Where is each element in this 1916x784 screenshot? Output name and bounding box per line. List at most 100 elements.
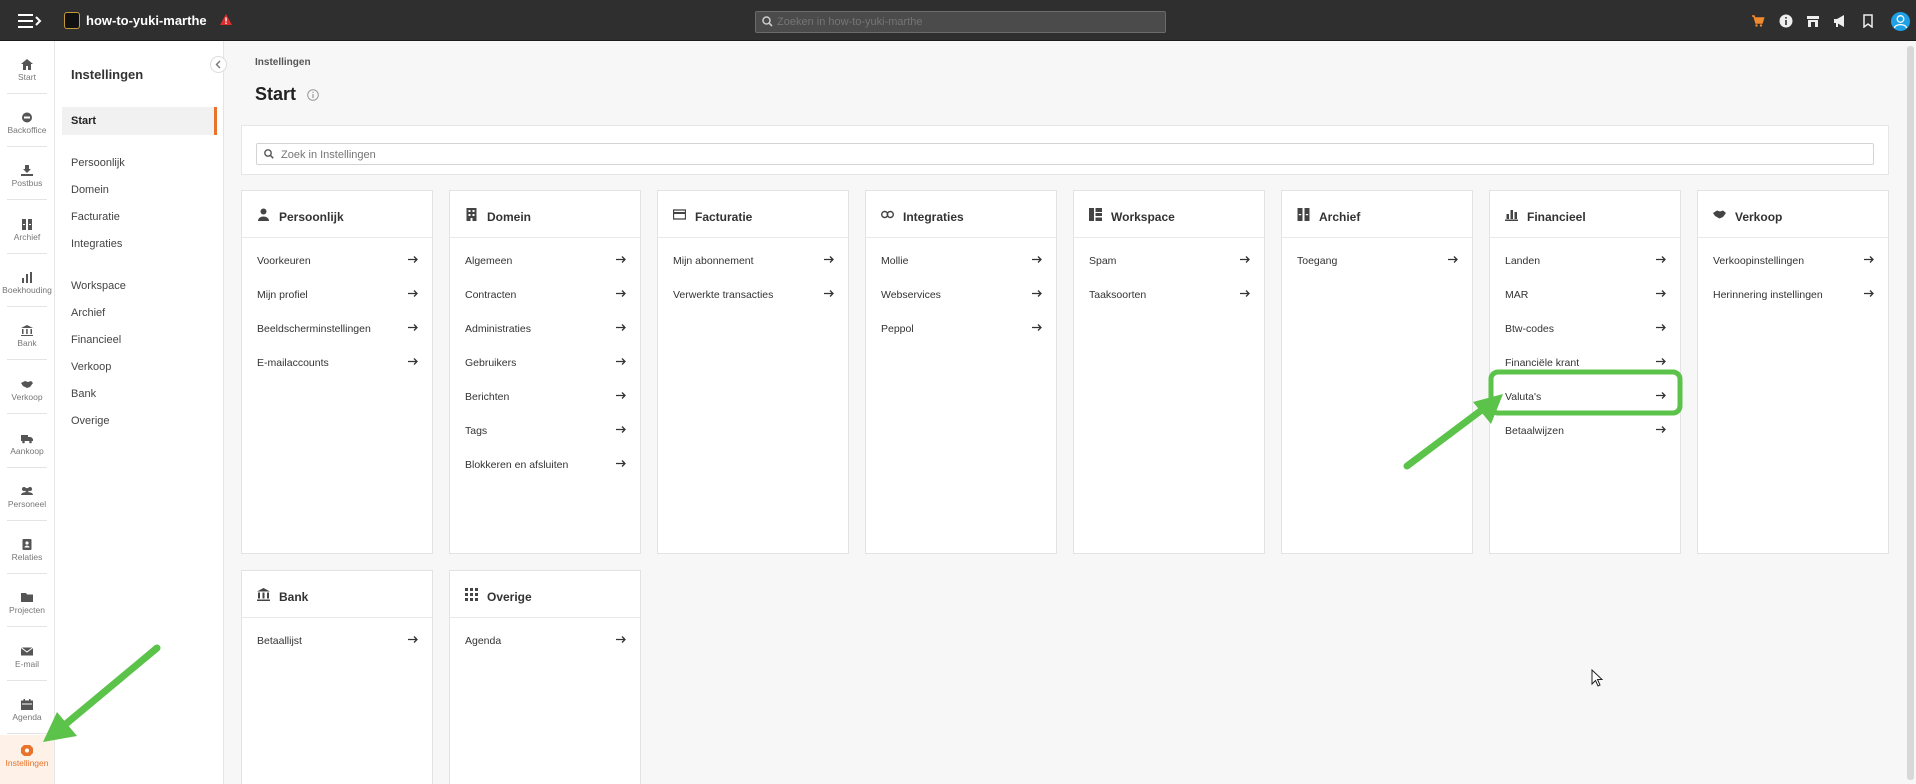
sidebar-item-overige[interactable]: Overige	[71, 415, 110, 427]
rail-item-postbus[interactable]: Postbus	[0, 155, 54, 203]
collapse-sidebar-button[interactable]	[210, 56, 227, 73]
rail-label: Bank	[17, 338, 37, 348]
grid-icon	[465, 588, 478, 601]
bar-chart-icon	[22, 272, 32, 283]
card-link-agenda[interactable]: Agenda	[465, 633, 627, 649]
rail-item-archief[interactable]: Archief	[0, 209, 54, 257]
rail-item-start[interactable]: Start	[0, 49, 54, 97]
card-link-tags[interactable]: Tags	[465, 423, 627, 439]
sidebar-item-integraties[interactable]: Integraties	[71, 238, 122, 250]
info-icon[interactable]	[1779, 14, 1793, 28]
global-search-input[interactable]	[777, 15, 1157, 29]
rail-item-verkoop[interactable]: Verkoop	[0, 369, 54, 417]
rail-item-agenda[interactable]: Agenda	[0, 689, 54, 737]
card-link-verwerkte-transacties[interactable]: Verwerkte transacties	[673, 287, 835, 303]
card-link-algemeen[interactable]: Algemeen	[465, 253, 627, 269]
arrow-right-icon	[616, 392, 626, 399]
link-label: Taaksoorten	[1089, 289, 1147, 301]
store-icon[interactable]	[1806, 14, 1820, 28]
user-avatar[interactable]	[1891, 12, 1910, 31]
link-label: Blokkeren en afsluiten	[465, 459, 569, 471]
app-logo[interactable]	[64, 12, 80, 29]
cart-icon[interactable]	[1751, 14, 1765, 28]
link-label: Administraties	[465, 323, 531, 335]
app-title[interactable]: how-to-yuki-marthe	[86, 13, 207, 28]
info-icon[interactable]	[307, 89, 319, 101]
card-header: Domein	[450, 191, 640, 238]
sidebar-item-facturatie[interactable]: Facturatie	[71, 211, 120, 223]
card-link-herinnering-instellingen[interactable]: Herinnering instellingen	[1713, 287, 1875, 303]
card-header: Workspace	[1074, 191, 1264, 238]
settings-search-input[interactable]	[281, 148, 1861, 162]
archive-icon	[1297, 208, 1310, 221]
rail-label: Start	[18, 72, 36, 82]
card-title: Domein	[487, 210, 532, 224]
card-link-toegang[interactable]: Toegang	[1297, 253, 1459, 269]
rail-item-relaties[interactable]: Relaties	[0, 529, 54, 577]
card-link-taaksoorten[interactable]: Taaksoorten	[1089, 287, 1251, 303]
menu-icon[interactable]	[18, 12, 42, 30]
home-icon	[21, 59, 33, 70]
rail-item-personeel[interactable]: Personeel	[0, 476, 54, 524]
card-link-contracten[interactable]: Contracten	[465, 287, 627, 303]
user-icon	[1893, 15, 1908, 29]
bookmark-icon[interactable]	[1861, 14, 1875, 28]
card-link-mar[interactable]: MAR	[1505, 287, 1667, 303]
card-link-mijn-profiel[interactable]: Mijn profiel	[257, 287, 419, 303]
link-label: Landen	[1505, 255, 1541, 267]
card-link-btw-codes[interactable]: Btw-codes	[1505, 321, 1667, 337]
sidebar-item-financieel[interactable]: Financieel	[71, 334, 121, 346]
megaphone-icon[interactable]	[1833, 14, 1847, 28]
card-link-administraties[interactable]: Administraties	[465, 321, 627, 337]
arrow-right-icon	[408, 290, 418, 297]
card-link-webservices[interactable]: Webservices	[881, 287, 1043, 303]
global-search[interactable]	[755, 11, 1166, 33]
settings-icon	[21, 745, 33, 756]
card-title: Integraties	[903, 210, 964, 224]
rail-item-email[interactable]: E-mail	[0, 636, 54, 684]
rail-divider	[7, 146, 47, 147]
card-link-e-mailaccounts[interactable]: E-mailaccounts	[257, 355, 419, 371]
settings-search[interactable]	[256, 143, 1874, 165]
arrow-right-icon	[1656, 324, 1666, 331]
card-link-betaallijst[interactable]: Betaallijst	[257, 633, 419, 649]
sidebar-item-archief[interactable]: Archief	[71, 307, 105, 319]
card-link-valutas[interactable]: Valuta's	[1505, 389, 1667, 405]
sidebar-item-workspace[interactable]: Workspace	[71, 280, 126, 292]
card-link-blokkeren-en-afsluiten[interactable]: Blokkeren en afsluiten	[465, 457, 627, 473]
arrow-right-icon	[408, 324, 418, 331]
sidebar-item-verkoop[interactable]: Verkoop	[71, 361, 111, 373]
warning-icon[interactable]	[220, 14, 232, 26]
link-label: Betaalwijzen	[1505, 425, 1564, 437]
card-header: Archief	[1282, 191, 1472, 238]
card-link-peppol[interactable]: Peppol	[881, 321, 1043, 337]
sidebar-item-domein[interactable]: Domein	[71, 184, 109, 196]
card-link-mollie[interactable]: Mollie	[881, 253, 1043, 269]
breadcrumb[interactable]: Instellingen	[255, 57, 311, 68]
card-link-beeldscherminstellingen[interactable]: Beeldscherminstellingen	[257, 321, 419, 337]
card-workspace: Workspace Spam Taaksoorten	[1073, 190, 1265, 554]
scrollbar[interactable]	[1907, 46, 1914, 780]
card-link-spam[interactable]: Spam	[1089, 253, 1251, 269]
card-link-gebruikers[interactable]: Gebruikers	[465, 355, 627, 371]
rail-item-projecten[interactable]: Projecten	[0, 582, 54, 630]
link-icon	[881, 210, 894, 219]
card-link-berichten[interactable]: Berichten	[465, 389, 627, 405]
card-link-verkoopinstellingen[interactable]: Verkoopinstellingen	[1713, 253, 1875, 269]
sidebar-item-persoonlijk[interactable]: Persoonlijk	[71, 157, 125, 169]
arrow-right-icon	[1656, 256, 1666, 263]
card-link-betaalwijzen[interactable]: Betaalwijzen	[1505, 423, 1667, 439]
card-domein: Domein Algemeen Contracten Administratie…	[449, 190, 641, 554]
card-link-voorkeuren[interactable]: Voorkeuren	[257, 253, 419, 269]
rail-item-aankoop[interactable]: Aankoop	[0, 423, 54, 471]
sidebar-item-start[interactable]: Start	[62, 107, 217, 135]
sidebar-item-bank[interactable]: Bank	[71, 388, 96, 400]
card-link-mijn-abonnement[interactable]: Mijn abonnement	[673, 253, 835, 269]
arrow-right-icon	[1240, 290, 1250, 297]
rail-item-backoffice[interactable]: Backoffice	[0, 102, 54, 150]
rail-item-instellingen[interactable]: Instellingen	[0, 735, 54, 784]
rail-item-bank[interactable]: Bank	[0, 315, 54, 363]
card-link-financiele-krant[interactable]: Financiële krant	[1505, 355, 1667, 371]
rail-item-boekhouding[interactable]: Boekhouding	[0, 262, 54, 310]
card-link-landen[interactable]: Landen	[1505, 253, 1667, 269]
